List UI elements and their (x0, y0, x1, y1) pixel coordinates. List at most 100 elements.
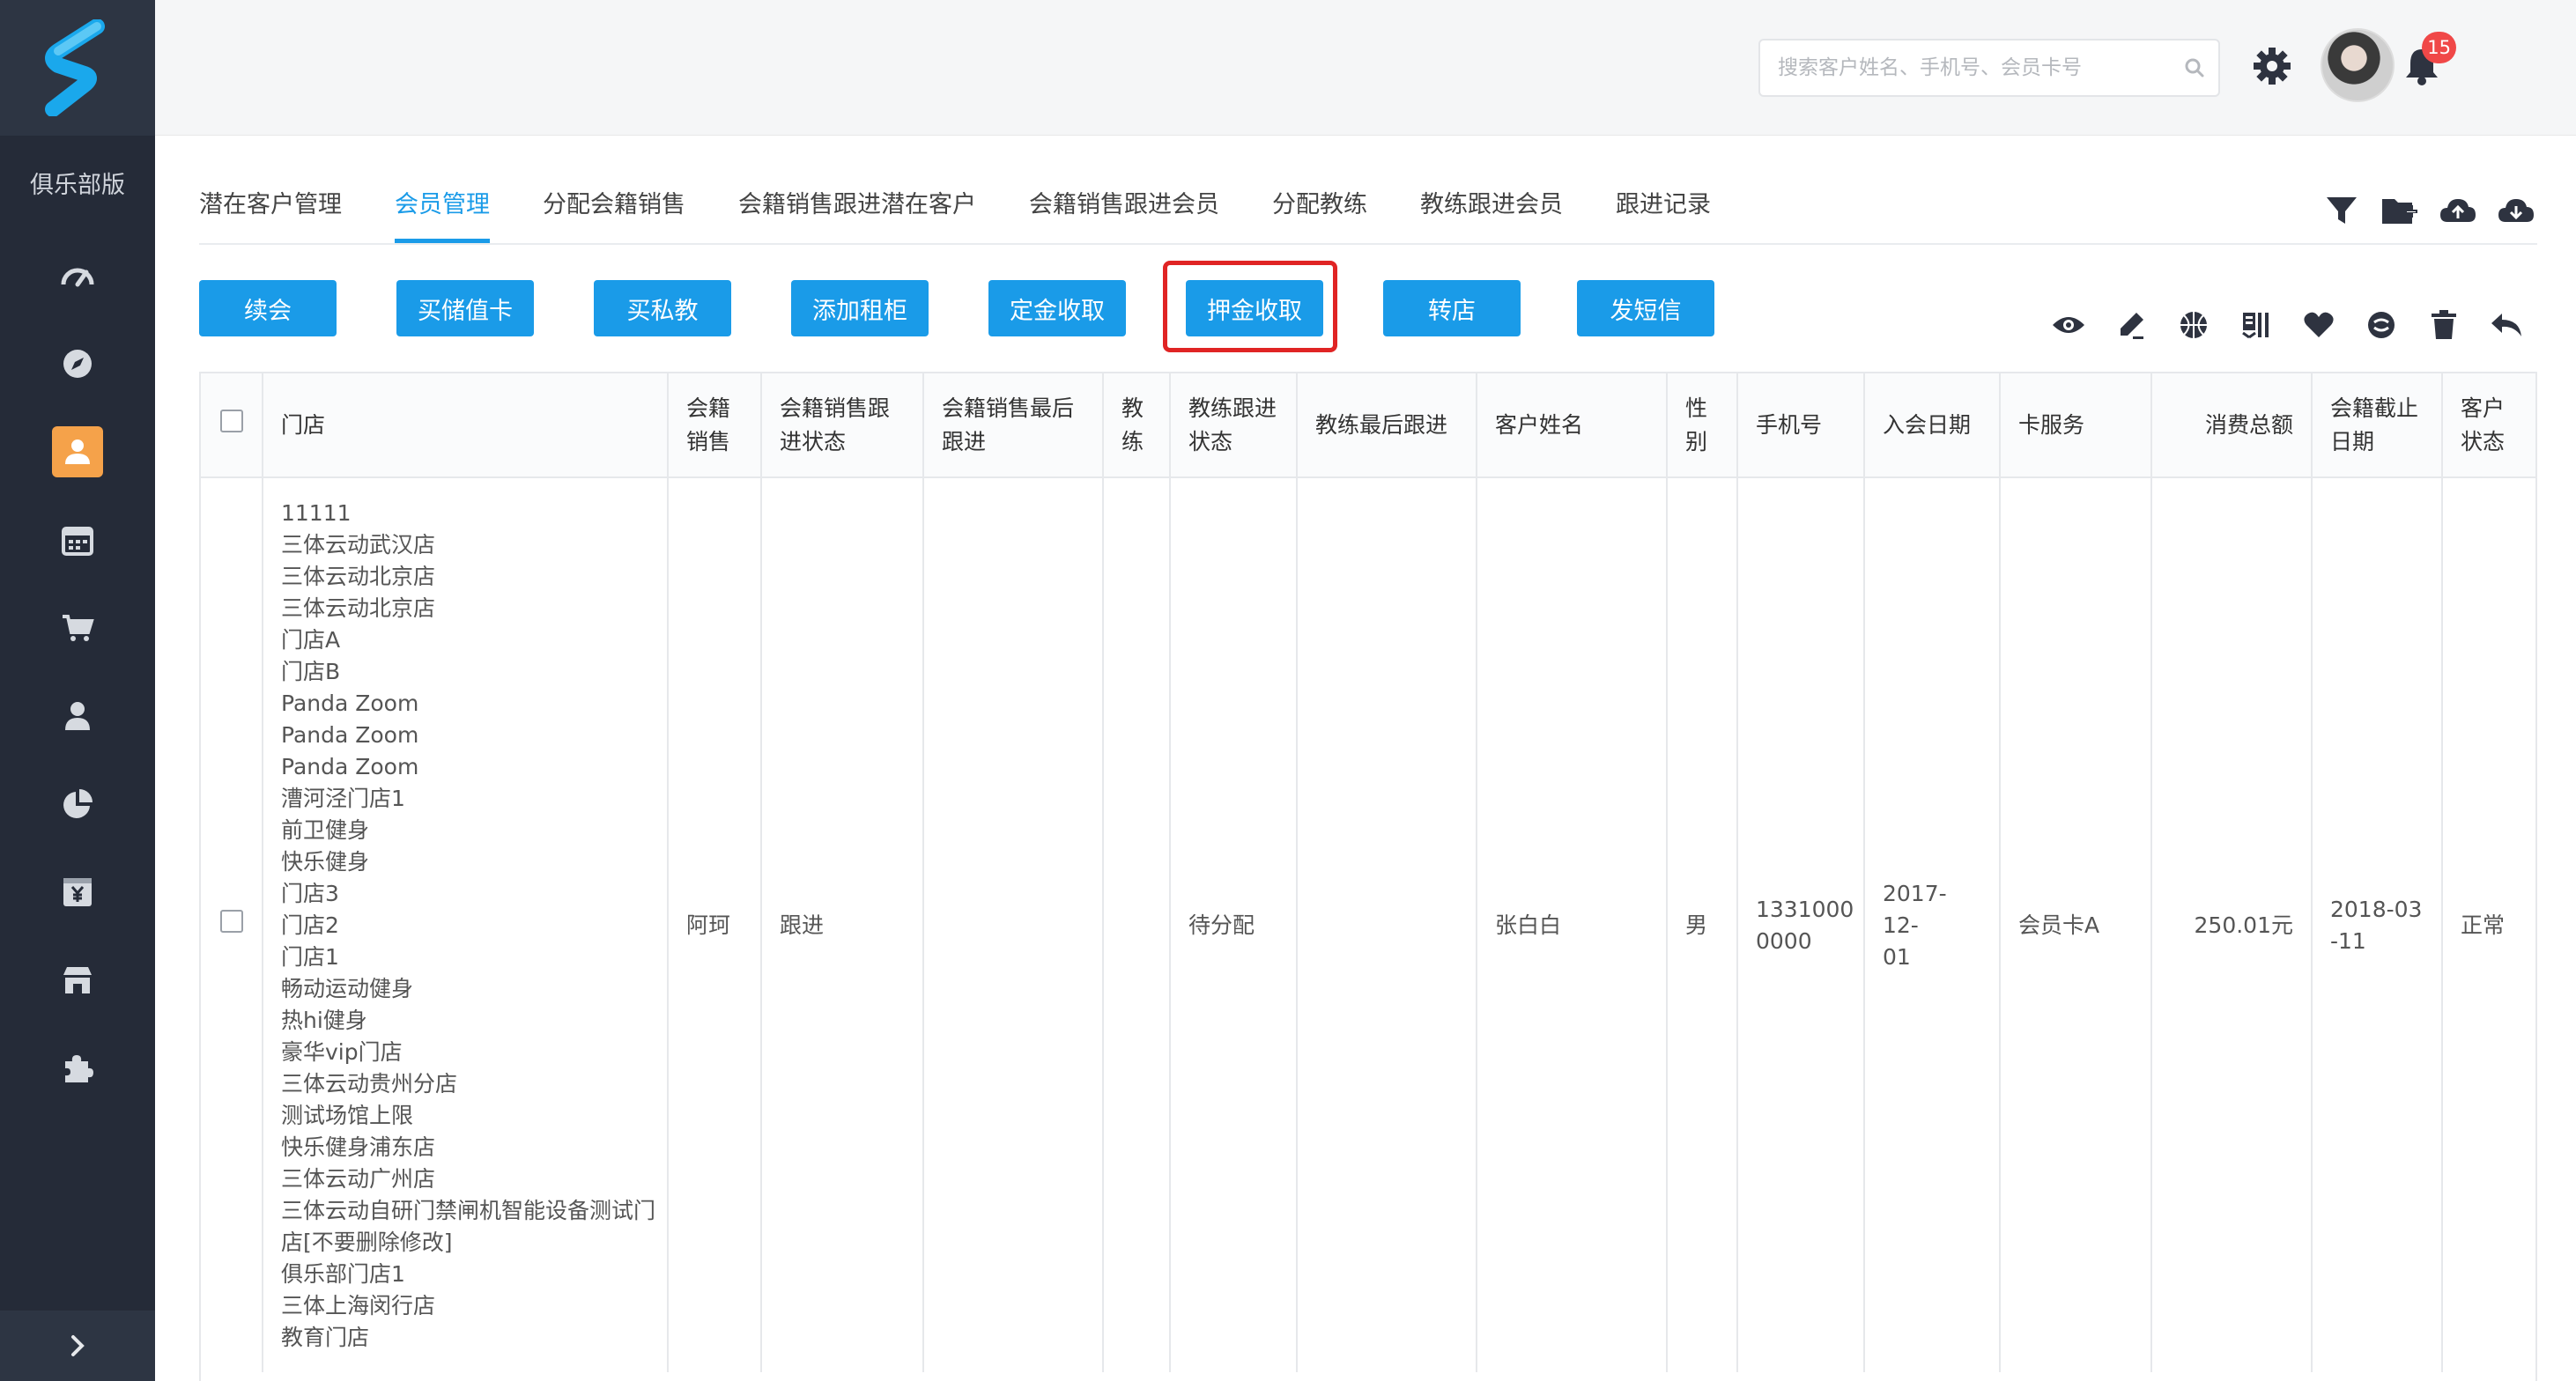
compass-icon (52, 338, 103, 389)
sidebar-item-finance[interactable] (0, 848, 155, 936)
settings-button[interactable] (2247, 41, 2298, 92)
tab-assign-sales[interactable]: 分配会籍销售 (543, 162, 685, 243)
undo-button[interactable] (2482, 303, 2531, 347)
sidebar-item-members[interactable] (0, 408, 155, 496)
sales-last-followup-cell (923, 477, 1104, 1372)
message-button[interactable] (2357, 303, 2406, 347)
coach-cell (1103, 477, 1171, 1372)
tab-potential-customers[interactable]: 潜在客户管理 (199, 162, 342, 243)
column-header-phone[interactable]: 手机号 (1737, 373, 1865, 478)
sidebar-item-plugins[interactable] (0, 1024, 155, 1112)
notification-badge: 15 (2422, 32, 2456, 63)
delete-button[interactable] (2419, 303, 2469, 347)
store-name: 三体云动贵州分店 (281, 1070, 458, 1097)
store-cell: 11111 三体云动武汉店 三体云动北京店 三体云动北京店 门店A 门店B Panda Zo… (263, 477, 669, 1372)
logo[interactable] (0, 0, 155, 136)
calendar-icon (52, 514, 103, 565)
trash-icon (2432, 310, 2456, 339)
download-button[interactable] (2491, 185, 2541, 234)
store-name: 三体云动广州店 (281, 1165, 436, 1192)
buy-private-training-button[interactable]: 买私教 (594, 280, 731, 336)
renew-button[interactable]: 续会 (199, 280, 337, 336)
store-name: 11111 (281, 499, 352, 526)
search-input[interactable] (1760, 41, 2165, 95)
column-header-expire-date[interactable]: 会籍截止日期 (2312, 373, 2443, 478)
pencil-icon (2121, 313, 2143, 339)
favorite-button[interactable] (2294, 303, 2343, 347)
tab-sales-follow-members[interactable]: 会籍销售跟进会员 (1029, 162, 1219, 243)
store-name: 门店2 (281, 912, 339, 938)
sidebar-item-stores[interactable] (0, 936, 155, 1024)
sidebar-item-dashboard[interactable] (0, 232, 155, 320)
expire-date-cell: 2018-03 -11 (2312, 477, 2443, 1372)
column-header-store[interactable]: 门店 (263, 373, 669, 478)
user-icon (52, 690, 103, 742)
header-tools (2308, 185, 2541, 234)
store-name: 测试场馆上限 (281, 1102, 414, 1128)
column-header-coach-status[interactable]: 教练跟进状态 (1170, 373, 1298, 478)
column-header-gender[interactable]: 性别 (1667, 373, 1738, 478)
buy-stored-value-card-button[interactable]: 买储值卡 (396, 280, 534, 336)
store-name: 俱乐部门店1 (281, 1260, 405, 1287)
sidebar-expand-button[interactable] (0, 1311, 155, 1381)
column-header-total-spent[interactable]: 消费总额 (2151, 373, 2313, 478)
column-header-card-service[interactable]: 卡服务 (2000, 373, 2152, 478)
join-date-cell: 2017-12- 01 (1864, 477, 2001, 1372)
column-header-sales[interactable]: 会籍销售 (668, 373, 762, 478)
cart-icon (52, 602, 103, 654)
row-checkbox[interactable] (219, 909, 243, 933)
test-button[interactable] (2232, 303, 2281, 347)
sidebar-item-reports[interactable] (0, 760, 155, 848)
gender-cell: 男 (1667, 477, 1738, 1372)
select-all-checkbox[interactable] (219, 409, 243, 432)
heart-icon (2304, 312, 2334, 337)
column-header-sales-status[interactable]: 会籍销售跟进状态 (761, 373, 924, 478)
column-header-coach-last-followup[interactable]: 教练最后跟进 (1297, 373, 1477, 478)
coach-last-followup-cell (1297, 477, 1477, 1372)
avatar[interactable] (2321, 28, 2395, 102)
tab-coach-follow-members[interactable]: 教练跟进会员 (1420, 162, 1563, 243)
store-icon (52, 955, 103, 1006)
column-header-sales-last-followup[interactable]: 会籍销售最后跟进 (923, 373, 1104, 478)
collect-deposit-button[interactable]: 定金收取 (988, 280, 1126, 336)
folder-add-icon (2382, 199, 2417, 224)
member-icon (52, 426, 103, 477)
sidebar-item-schedule[interactable] (0, 496, 155, 584)
sidebar-item-staff[interactable] (0, 672, 155, 760)
store-name: 漕河泾门店1 (281, 785, 405, 811)
upload-button[interactable] (2433, 185, 2483, 234)
total-spent-cell: 250.01元 (2151, 477, 2313, 1372)
sidebar-item-shop[interactable] (0, 584, 155, 672)
store-name: 快乐健身 (281, 848, 370, 875)
add-folder-button[interactable] (2375, 185, 2424, 234)
store-name: 门店A (281, 626, 341, 653)
filter-icon (2327, 197, 2357, 224)
tabs-divider (199, 243, 2537, 245)
send-sms-button[interactable]: 发短信 (1577, 280, 1714, 336)
search-icon[interactable] (2183, 56, 2206, 79)
store-name: 豪华vip门店 (281, 1038, 403, 1065)
transfer-store-button[interactable]: 转店 (1383, 280, 1521, 336)
tab-bar: 潜在客户管理 会员管理 分配会籍销售 会籍销售跟进潜在客户 会籍销售跟进会员 分… (199, 162, 1764, 243)
chevron-right-icon (71, 1335, 85, 1356)
tab-follow-records[interactable]: 跟进记录 (1616, 162, 1711, 243)
filter-button[interactable] (2317, 185, 2366, 234)
tab-sales-follow-potential[interactable]: 会籍销售跟进潜在客户 (738, 162, 976, 243)
tab-member-management[interactable]: 会员管理 (395, 162, 490, 243)
view-button[interactable] (2044, 303, 2093, 347)
sports-button[interactable] (2169, 303, 2218, 347)
puzzle-icon (52, 1043, 103, 1094)
sidebar-item-explore[interactable] (0, 320, 155, 408)
edit-button[interactable] (2106, 303, 2156, 347)
chat-icon (2368, 312, 2395, 338)
add-locker-rental-button[interactable]: 添加租柜 (791, 280, 929, 336)
customer-name-cell: 张白白 (1477, 477, 1668, 1372)
column-header-join-date[interactable]: 入会日期 (1864, 373, 2001, 478)
column-header-coach[interactable]: 教练 (1103, 373, 1171, 478)
column-header-customer-name[interactable]: 客户姓名 (1477, 373, 1668, 478)
column-header-customer-status[interactable]: 客户状态 (2442, 373, 2535, 478)
tab-assign-coach[interactable]: 分配教练 (1272, 162, 1367, 243)
notifications-button[interactable]: 15 (2396, 32, 2456, 92)
table-row[interactable]: 11111 三体云动武汉店 三体云动北京店 三体云动北京店 门店A 门店B Panda Zo… (201, 477, 2535, 1372)
store-name: 三体云动自研门禁闸机智能设备测试门 (281, 1197, 656, 1223)
